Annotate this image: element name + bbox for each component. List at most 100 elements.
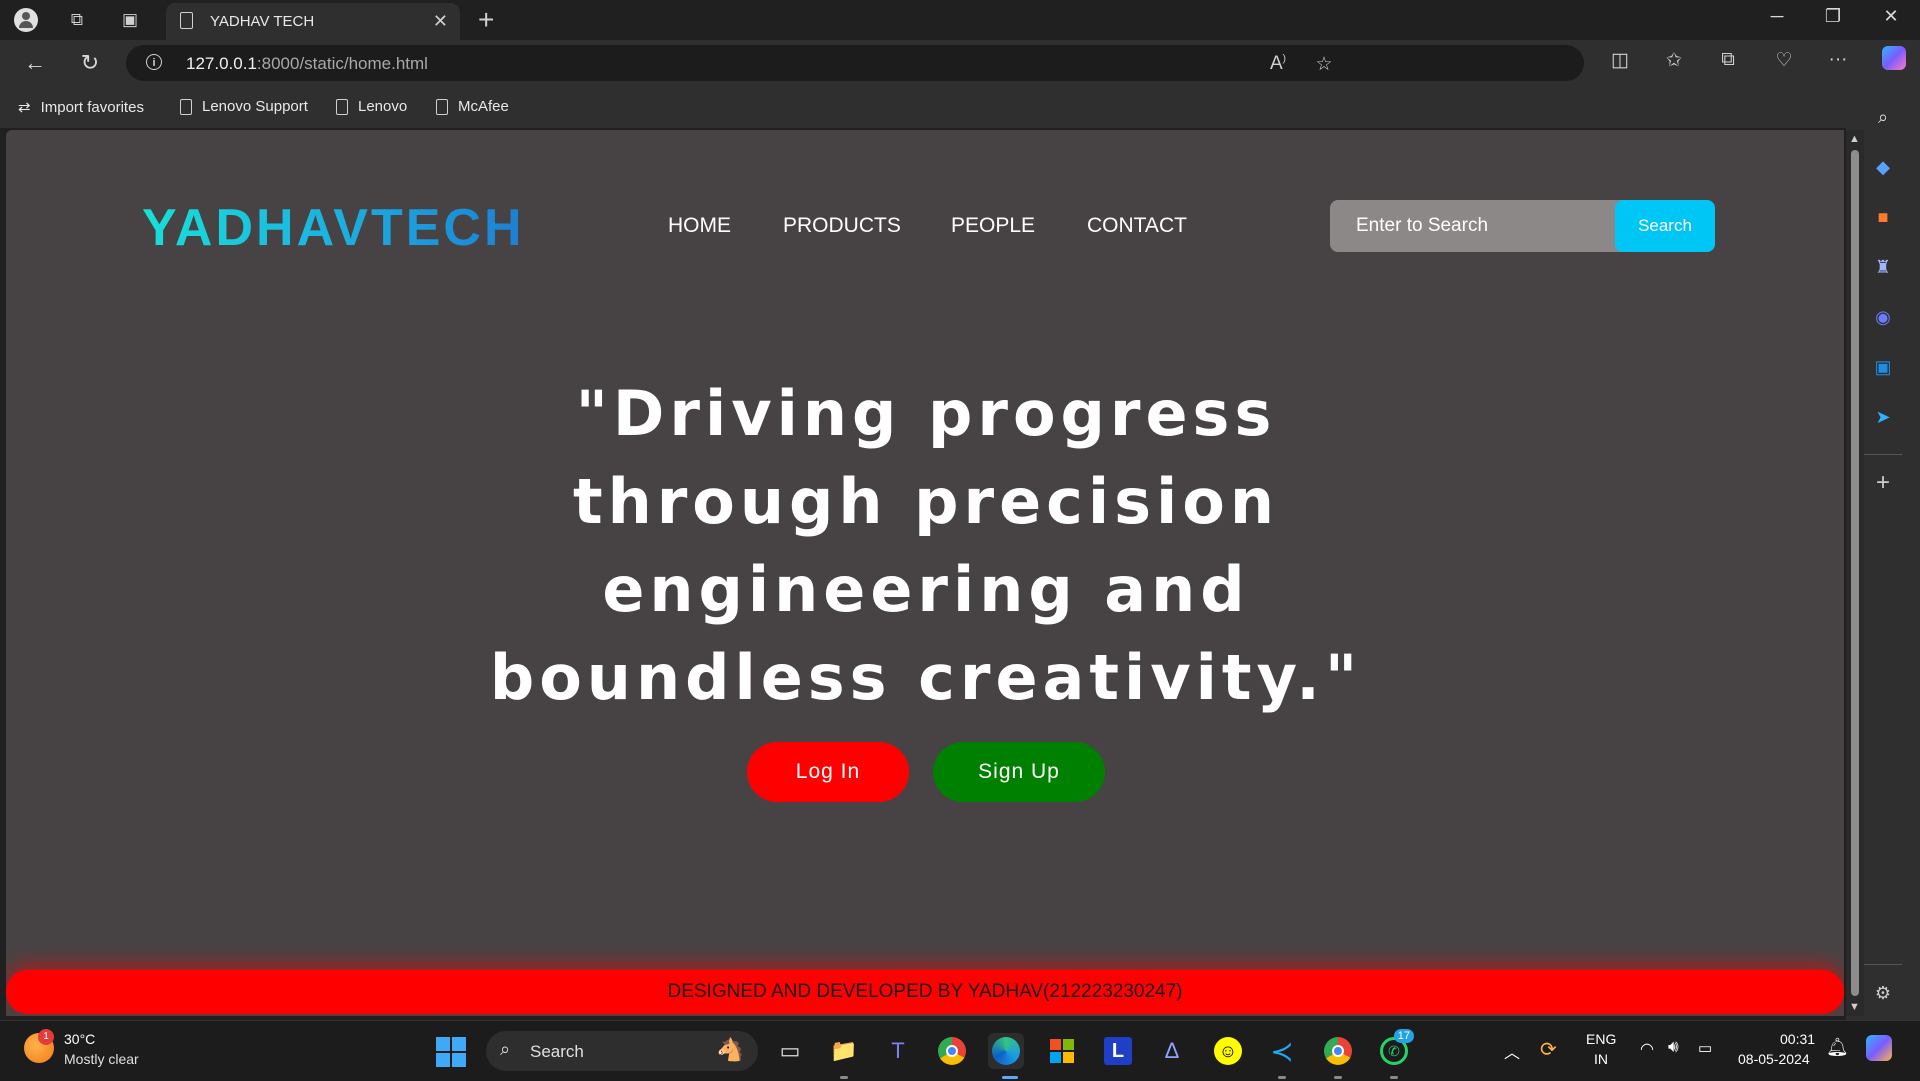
running-indicator xyxy=(1390,1076,1398,1079)
collections-icon[interactable]: ⧉ xyxy=(1712,49,1744,71)
browser-essentials-icon[interactable]: ♡ xyxy=(1768,49,1800,72)
page-icon xyxy=(180,12,193,29)
task-view-icon[interactable]: ▭ xyxy=(772,1033,808,1069)
workspaces-icon[interactable]: ⧉ xyxy=(65,8,89,32)
chrome-icon[interactable] xyxy=(934,1033,970,1069)
search-form: Search xyxy=(1330,200,1715,252)
page-icon xyxy=(336,98,348,115)
running-indicator xyxy=(840,1076,848,1079)
weather-badge: 1 xyxy=(38,1029,54,1045)
vscode-icon[interactable]: ≺ xyxy=(1264,1033,1300,1069)
more-options-icon[interactable]: ··· xyxy=(1822,49,1854,71)
volume-icon[interactable]: 🔊︎ xyxy=(1668,1037,1679,1057)
nav-people-link[interactable]: PEOPLE xyxy=(951,214,1035,238)
search-icon[interactable]: ⌕ xyxy=(1870,104,1896,130)
page-icon xyxy=(436,98,448,115)
send-icon[interactable]: ➤ xyxy=(1870,404,1896,430)
site-info-icon[interactable]: i xyxy=(146,54,162,70)
clock-time[interactable]: 00:31 xyxy=(1780,1031,1815,1047)
region-indicator[interactable]: IN xyxy=(1594,1051,1608,1067)
notifications-bell-icon[interactable]: 🔔︎ xyxy=(1826,1037,1849,1058)
tools-icon[interactable]: ■ xyxy=(1870,204,1896,230)
weather-condition: Mostly clear xyxy=(64,1051,139,1067)
url-text[interactable]: 127.0.0.1:8000/static/home.html xyxy=(186,54,428,74)
refresh-icon[interactable]: ↻ xyxy=(75,50,105,76)
favorite-lenovo-support[interactable]: Lenovo Support xyxy=(180,98,308,115)
profile-icon[interactable] xyxy=(14,8,38,32)
wifi-icon[interactable]: ◠ xyxy=(1640,1039,1654,1059)
microsoft-store-icon[interactable] xyxy=(1044,1033,1080,1069)
nav-contact-link[interactable]: CONTACT xyxy=(1087,214,1187,238)
windows-taskbar: 1 30°C Mostly clear ⌕ Search 🐴 ▭ 📁 T L Δ… xyxy=(0,1020,1920,1081)
tab-yadhav-tech[interactable]: YADHAV TECH ✕ xyxy=(166,3,460,40)
lenovo-vantage-icon[interactable]: L xyxy=(1100,1033,1136,1069)
battery-icon[interactable]: ▭ xyxy=(1698,1039,1712,1057)
scroll-down-icon[interactable]: ▼ xyxy=(1849,1001,1860,1013)
whatsapp-icon[interactable]: ✆ 17 xyxy=(1376,1029,1414,1069)
clock-date[interactable]: 08-05-2024 xyxy=(1738,1051,1810,1067)
copilot-icon[interactable] xyxy=(1878,46,1910,70)
favorites-icon[interactable]: ✩ xyxy=(1658,49,1690,72)
nav-home-link[interactable]: HOME xyxy=(668,214,731,238)
restore-icon[interactable]: ❐ xyxy=(1818,6,1848,27)
search-icon: ⌕ xyxy=(500,1039,511,1059)
split-screen-icon[interactable]: ◫ xyxy=(1604,49,1636,72)
outlook-icon[interactable]: ▣ xyxy=(1870,354,1896,380)
active-indicator xyxy=(1002,1076,1018,1079)
login-button[interactable]: Log In xyxy=(747,742,909,802)
whatsapp-badge: 17 xyxy=(1393,1029,1414,1043)
web-page-viewport: YADHAVTECH HOME PRODUCTS PEOPLE CONTACT … xyxy=(6,130,1844,1016)
arc-app-icon[interactable]: Δ xyxy=(1154,1033,1190,1069)
browser-title-bar: ⧉ ▣ YADHAV TECH ✕ + ─ ❐ ✕ xyxy=(0,0,1920,40)
search-highlight-icon: 🐴 xyxy=(716,1037,744,1062)
page-icon xyxy=(180,98,192,115)
teams-icon[interactable]: T xyxy=(880,1033,916,1069)
minimize-icon[interactable]: ─ xyxy=(1762,6,1792,27)
vertical-tabs-icon[interactable]: ▣ xyxy=(118,8,142,32)
settings-gear-icon[interactable]: ⚙ xyxy=(1870,980,1896,1006)
sidebar-divider xyxy=(1864,454,1902,455)
import-favorites-link[interactable]: ⇄ Import favorites xyxy=(18,98,144,117)
read-aloud-icon[interactable]: A) xyxy=(1264,53,1292,75)
tab-title: YADHAV TECH xyxy=(210,13,315,30)
close-window-icon[interactable]: ✕ xyxy=(1876,6,1906,27)
shopping-tag-icon[interactable]: ◆ xyxy=(1870,154,1896,180)
sidebar-divider xyxy=(1864,964,1902,965)
edge-icon[interactable] xyxy=(988,1033,1024,1069)
search-button[interactable]: Search xyxy=(1615,200,1715,252)
footer-credit: DESIGNED AND DEVELOPED BY YADHAV(2122232… xyxy=(6,970,1844,1014)
file-explorer-icon[interactable]: 📁 xyxy=(826,1033,862,1069)
scrollbar-thumb[interactable] xyxy=(1851,150,1859,996)
running-indicator xyxy=(1334,1076,1342,1079)
navigation-bar: ← ↻ i 127.0.0.1:8000/static/home.html A)… xyxy=(0,40,1920,86)
scroll-up-icon[interactable]: ▲ xyxy=(1849,133,1860,145)
copilot-taskbar-icon[interactable] xyxy=(1866,1035,1892,1061)
sync-icon[interactable]: ⟳ xyxy=(1540,1037,1557,1062)
favorite-mcafee[interactable]: McAfee xyxy=(436,98,509,115)
back-arrow-icon[interactable]: ← xyxy=(20,50,50,76)
language-indicator[interactable]: ENG xyxy=(1586,1031,1616,1047)
windows-start-icon[interactable] xyxy=(436,1037,466,1067)
nav-products-link[interactable]: PRODUCTS xyxy=(783,214,901,238)
add-icon[interactable]: + xyxy=(1870,469,1896,496)
site-logo[interactable]: YADHAVTECH xyxy=(142,198,525,258)
games-icon[interactable]: ♜ xyxy=(1870,254,1896,280)
search-input[interactable] xyxy=(1330,200,1630,252)
chrome-profile-icon[interactable] xyxy=(1320,1033,1356,1069)
page-scrollbar[interactable]: ▲ ▼ xyxy=(1846,130,1864,1016)
signup-button[interactable]: Sign Up xyxy=(933,742,1105,802)
new-tab-button[interactable]: + xyxy=(478,4,494,36)
copilot-sidebar-icon[interactable]: ◉ xyxy=(1870,304,1896,330)
taskbar-search-box[interactable]: ⌕ Search 🐴 xyxy=(486,1031,758,1071)
snapchat-icon[interactable]: ☺ xyxy=(1210,1033,1246,1069)
address-bar[interactable]: i 127.0.0.1:8000/static/home.html A) ☆ xyxy=(126,45,1584,81)
close-tab-icon[interactable]: ✕ xyxy=(433,11,448,32)
hero-quote: "Driving progress through precision engi… xyxy=(489,377,1363,714)
weather-temperature: 30°C xyxy=(64,1031,96,1047)
import-icon: ⇄ xyxy=(18,99,31,116)
taskbar-search-label: Search xyxy=(530,1042,584,1061)
favorite-star-icon[interactable]: ☆ xyxy=(1310,53,1338,76)
show-hidden-icons-chevron-icon[interactable]: ︿ xyxy=(1504,1039,1520,1063)
favorites-bar: ⇄ Import favorites Lenovo Support Lenovo… xyxy=(0,86,1920,128)
favorite-lenovo[interactable]: Lenovo xyxy=(336,98,407,115)
